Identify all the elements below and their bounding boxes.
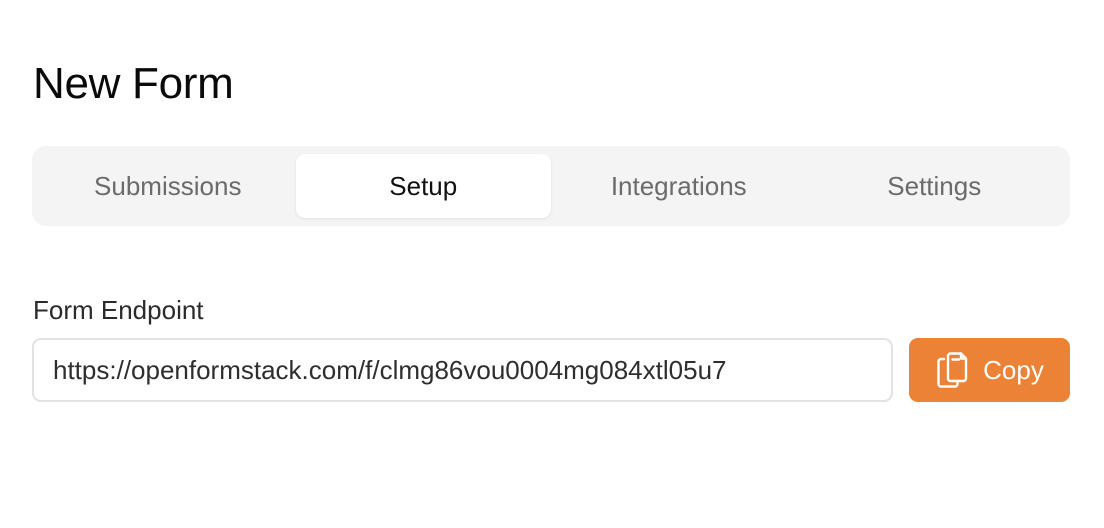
page-title: New Form [33, 59, 234, 108]
tab-submissions[interactable]: Submissions [40, 154, 296, 218]
tab-setup[interactable]: Setup [295, 154, 551, 218]
copy-button-label: Copy [983, 354, 1044, 385]
form-endpoint-label: Form Endpoint [33, 295, 204, 325]
form-endpoint-input[interactable] [32, 338, 893, 402]
tab-settings[interactable]: Settings [807, 154, 1063, 218]
page: New Form Submissions Setup Integrations … [0, 0, 1104, 528]
tab-integrations[interactable]: Integrations [551, 154, 807, 218]
clipboard-copy-icon [935, 351, 969, 389]
tab-bar: Submissions Setup Integrations Settings [32, 146, 1070, 226]
copy-button[interactable]: Copy [909, 338, 1070, 402]
